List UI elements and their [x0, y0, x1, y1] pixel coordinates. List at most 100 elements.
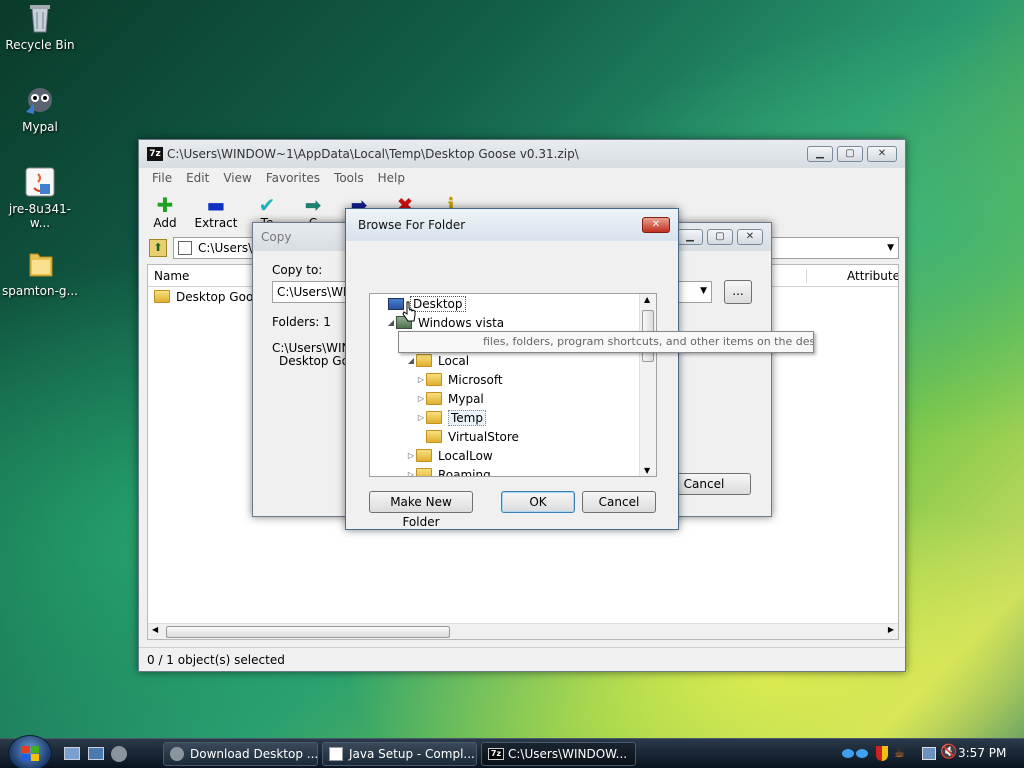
menu-tools[interactable]: Tools — [327, 171, 371, 185]
task-download-desktop[interactable]: Download Desktop ... — [163, 742, 318, 766]
copy-dialog-title: Copy — [261, 230, 292, 244]
7zip-titlebar[interactable]: 7z C:\Users\WINDOW~1\AppData\Local\Temp\… — [139, 140, 905, 168]
copy-maximize-button[interactable]: ▢ — [707, 229, 733, 245]
window-title: C:\Users\WINDOW~1\AppData\Local\Temp\Des… — [167, 147, 579, 161]
menu-view[interactable]: View — [216, 171, 258, 185]
desktop-icon-java-installer[interactable]: jre-8u341-w... — [0, 166, 80, 230]
desktop-icon-label: Recycle Bin — [5, 38, 75, 52]
tooltip: files, folders, program shortcuts, and o… — [398, 331, 814, 353]
java-tray-icon[interactable]: ☕ — [894, 746, 908, 761]
7zip-icon: 7z — [147, 147, 163, 161]
mypal-quicklaunch-icon[interactable] — [111, 746, 127, 762]
scrollbar-thumb[interactable] — [166, 626, 450, 638]
tree-vertical-scrollbar[interactable]: ▲ ▼ — [639, 294, 656, 476]
tree-item[interactable]: ▷ Roaming — [370, 465, 638, 477]
tray-bubble-icon-1[interactable] — [842, 749, 854, 758]
browse-close-button[interactable]: ✕ — [642, 217, 670, 233]
tray-bubble-icon-2[interactable] — [856, 749, 868, 758]
copy-close-button[interactable]: ✕ — [737, 229, 763, 245]
close-button[interactable]: ✕ — [867, 146, 897, 162]
desktop-icon-label: spamton-g... — [2, 284, 78, 298]
tree-item-label: Windows vista — [418, 315, 505, 330]
menu-file[interactable]: File — [145, 171, 179, 185]
desktop-icon-spamton[interactable]: spamton-g... — [0, 248, 80, 298]
menu-help[interactable]: Help — [371, 171, 412, 185]
collapse-arrow-icon[interactable]: ◢ — [406, 356, 416, 365]
browse-folder-dialog: Browse For Folder ✕ Desktop ◢ Windows vist… — [345, 208, 679, 530]
add-button[interactable]: ✚ Add — [147, 194, 183, 230]
tree-item-label: VirtualStore — [448, 429, 519, 444]
minimize-button[interactable]: ▁ — [807, 146, 833, 162]
tree-item[interactable]: ▷ Microsoft — [370, 370, 638, 389]
ok-button[interactable]: OK — [501, 491, 575, 513]
make-new-folder-button[interactable]: Make New Folder — [369, 491, 473, 529]
desktop-icon-label: Mypal — [22, 120, 58, 134]
address-dropdown-icon[interactable]: ▼ — [887, 243, 894, 253]
folder-icon — [426, 392, 442, 405]
windows-logo-icon — [22, 746, 40, 762]
show-desktop-icon[interactable] — [64, 747, 80, 760]
plus-icon: ✚ — [156, 193, 174, 217]
tree-item[interactable]: ▷ Temp — [370, 408, 638, 427]
start-button[interactable] — [8, 735, 52, 768]
collapse-arrow-icon[interactable]: ◢ — [386, 318, 396, 327]
network-icon[interactable] — [922, 747, 936, 760]
menu-favorites[interactable]: Favorites — [259, 171, 327, 185]
menu-bar: File Edit View Favorites Tools Help — [139, 168, 905, 188]
folder-icon — [416, 468, 432, 476]
desktop-icon-label: jre-8u341-w... — [8, 202, 72, 230]
up-folder-icon[interactable]: ⬆ — [149, 239, 167, 257]
tree-item-label: LocalLow — [438, 448, 493, 463]
tree-item-label: Roaming — [438, 467, 491, 477]
tree-item[interactable]: VirtualStore — [370, 427, 638, 446]
tree-item-label: Microsoft — [448, 372, 503, 387]
folder-icon — [416, 449, 432, 462]
browse-cancel-button[interactable]: Cancel — [582, 491, 656, 513]
copy-arrow-icon: ➡ — [304, 193, 322, 217]
browse-dialog-title: Browse For Folder — [358, 218, 466, 232]
minus-icon: ▬ — [206, 193, 226, 217]
copy-minimize-button[interactable]: ▁ — [677, 229, 703, 245]
tree-item-label: Desktop — [410, 295, 466, 312]
tree-item[interactable]: ◢ Local — [370, 351, 638, 370]
tree-item[interactable]: ▷ Mypal — [370, 389, 638, 408]
java-installer-icon — [24, 166, 56, 198]
menu-edit[interactable]: Edit — [179, 171, 216, 185]
task-7zip[interactable]: 7z C:\Users\WINDOW... — [481, 742, 636, 766]
address-text: C:\Users\ — [198, 241, 253, 255]
switch-windows-icon[interactable] — [88, 747, 104, 760]
mouse-cursor-icon — [402, 301, 418, 326]
desktop-icon-mypal[interactable]: Mypal — [0, 84, 80, 134]
status-bar: 0 / 1 object(s) selected — [139, 647, 905, 671]
browse-dialog-titlebar[interactable]: Browse For Folder ✕ — [346, 209, 678, 241]
expand-arrow-icon[interactable]: ▷ — [416, 413, 426, 422]
tree-item[interactable]: ▷ LocalLow — [370, 446, 638, 465]
volume-muted-icon[interactable]: 🔇 — [940, 744, 957, 760]
recycle-bin-icon — [24, 2, 56, 34]
desktop-icon-recycle-bin[interactable]: Recycle Bin — [0, 2, 80, 52]
maximize-button[interactable]: ▢ — [837, 146, 863, 162]
extract-button[interactable]: ▬ Extract — [193, 194, 239, 230]
folder-icon — [416, 354, 432, 367]
column-attributes[interactable]: Attribute — [806, 268, 898, 283]
security-shield-icon[interactable] — [876, 746, 888, 761]
expand-arrow-icon[interactable]: ▷ — [416, 375, 426, 384]
path-dropdown-icon[interactable]: ▼ — [700, 286, 707, 296]
status-text: 0 / 1 object(s) selected — [147, 652, 285, 667]
expand-arrow-icon[interactable]: ▷ — [416, 394, 426, 403]
folder-icon — [24, 248, 56, 280]
java-icon — [329, 747, 343, 761]
expand-arrow-icon[interactable]: ▷ — [406, 451, 416, 460]
folder-icon — [426, 430, 442, 443]
tree-item-label: Temp — [448, 409, 486, 426]
system-tray: ☕ 🔇 3:57 PM — [838, 744, 1024, 764]
task-java-setup[interactable]: Java Setup - Compl... — [322, 742, 477, 766]
clock[interactable]: 3:57 PM — [958, 746, 1006, 760]
browse-button[interactable]: ... — [724, 280, 752, 304]
column-name[interactable]: Name — [148, 269, 189, 283]
mypal-icon — [24, 84, 56, 116]
checkmark-icon: ✔ — [258, 193, 276, 217]
expand-arrow-icon[interactable]: ▷ — [406, 470, 416, 476]
taskbar: Download Desktop ... Java Setup - Compl.… — [0, 735, 1024, 768]
horizontal-scrollbar[interactable]: ◀ ▶ — [148, 623, 898, 639]
